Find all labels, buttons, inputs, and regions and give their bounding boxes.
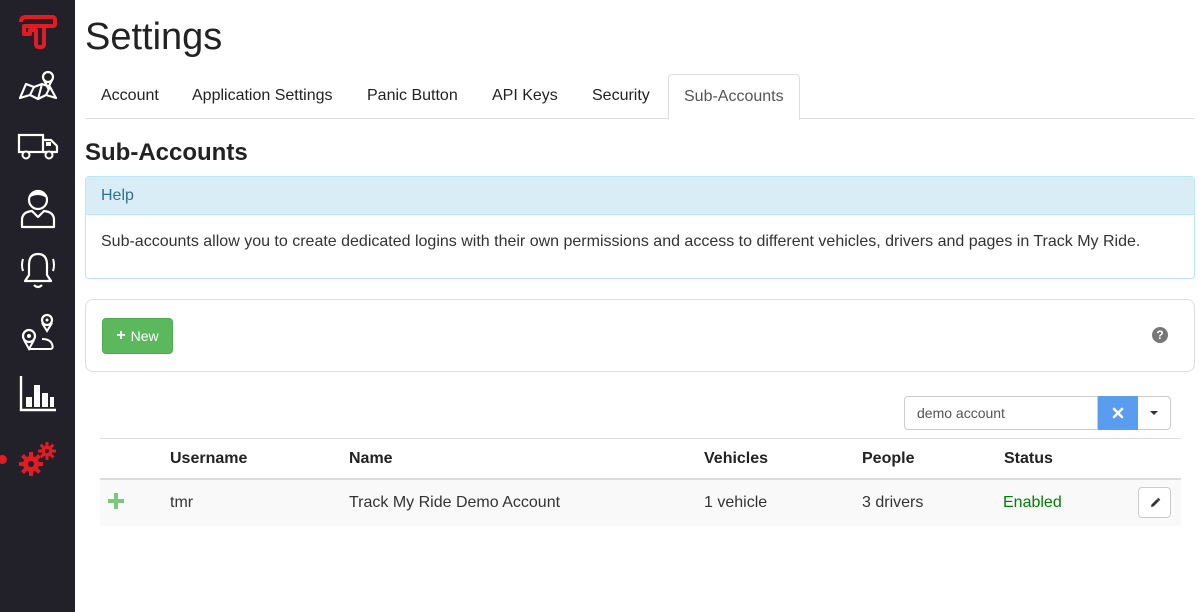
clear-search-button[interactable] — [1098, 396, 1138, 430]
alarm-bell-icon — [20, 252, 55, 289]
column-header-status[interactable]: Status — [1004, 439, 1053, 479]
logo-icon — [18, 15, 57, 49]
sidebar-item-routes[interactable] — [0, 304, 75, 360]
help-text: Sub-accounts allow you to create dedicat… — [101, 233, 1141, 250]
close-icon — [1112, 407, 1124, 419]
sidebar-item-vehicles[interactable] — [0, 118, 75, 174]
sub-accounts-table: Username Name Vehicles People Status tmr… — [100, 438, 1181, 526]
help-panel: Help Sub-accounts allow you to create de… — [85, 176, 1195, 279]
tab-application-settings[interactable]: Application Settings — [177, 74, 348, 119]
driver-icon — [20, 189, 55, 229]
tab-security[interactable]: Security — [577, 74, 665, 119]
tab-account[interactable]: Account — [86, 74, 174, 119]
pencil-icon — [1150, 497, 1160, 507]
cell-username: tmr — [170, 494, 194, 511]
sidebar-item-alerts[interactable] — [0, 243, 75, 299]
truck-icon — [17, 133, 58, 160]
toolbar-panel: + New ? — [85, 299, 1195, 372]
cell-name: Track My Ride Demo Account — [349, 494, 561, 511]
bar-chart-icon — [19, 376, 56, 412]
edit-button[interactable] — [1138, 487, 1171, 518]
tab-api-keys[interactable]: API Keys — [477, 74, 573, 119]
cell-status: Enabled — [1003, 494, 1062, 511]
map-icon — [18, 70, 57, 101]
page-title: Settings — [85, 16, 223, 58]
tab-sub-accounts[interactable]: Sub-Accounts — [668, 74, 800, 120]
sidebar-item-drivers[interactable] — [0, 180, 75, 236]
caret-down-icon — [1150, 411, 1158, 415]
new-sub-account-button[interactable]: + New — [102, 318, 173, 354]
expand-plus-icon[interactable] — [108, 493, 124, 509]
column-header-vehicles[interactable]: Vehicles — [704, 439, 768, 479]
tab-panic-button[interactable]: Panic Button — [352, 74, 473, 119]
route-icon — [21, 313, 54, 352]
cell-people: 3 drivers — [862, 494, 924, 511]
cell-vehicles: 1 vehicle — [704, 494, 768, 511]
sidebar-item-settings[interactable] — [0, 430, 75, 486]
question-circle-icon[interactable]: ? — [1152, 327, 1168, 343]
sidebar-item-map[interactable] — [0, 58, 75, 114]
new-button-label: New — [130, 328, 159, 344]
column-header-name[interactable]: Name — [349, 439, 393, 479]
table-header: Username Name Vehicles People Status — [100, 438, 1181, 480]
settings-tabs: Account Application Settings Panic Butto… — [85, 74, 1195, 120]
help-heading: Help — [86, 177, 1194, 215]
sidebar — [0, 0, 75, 612]
column-header-people[interactable]: People — [862, 439, 914, 479]
settings-gears-icon — [18, 442, 56, 476]
sidebar-item-reports[interactable] — [0, 365, 75, 421]
sidebar-logo[interactable] — [0, 4, 75, 60]
search-input[interactable] — [904, 396, 1098, 430]
plus-icon: + — [116, 327, 126, 344]
table-row: tmr Track My Ride Demo Account 1 vehicle… — [100, 480, 1181, 526]
search-group — [904, 396, 1171, 430]
search-dropdown-button[interactable] — [1138, 396, 1171, 430]
column-header-username[interactable]: Username — [170, 439, 247, 479]
section-title: Sub-Accounts — [85, 139, 248, 166]
